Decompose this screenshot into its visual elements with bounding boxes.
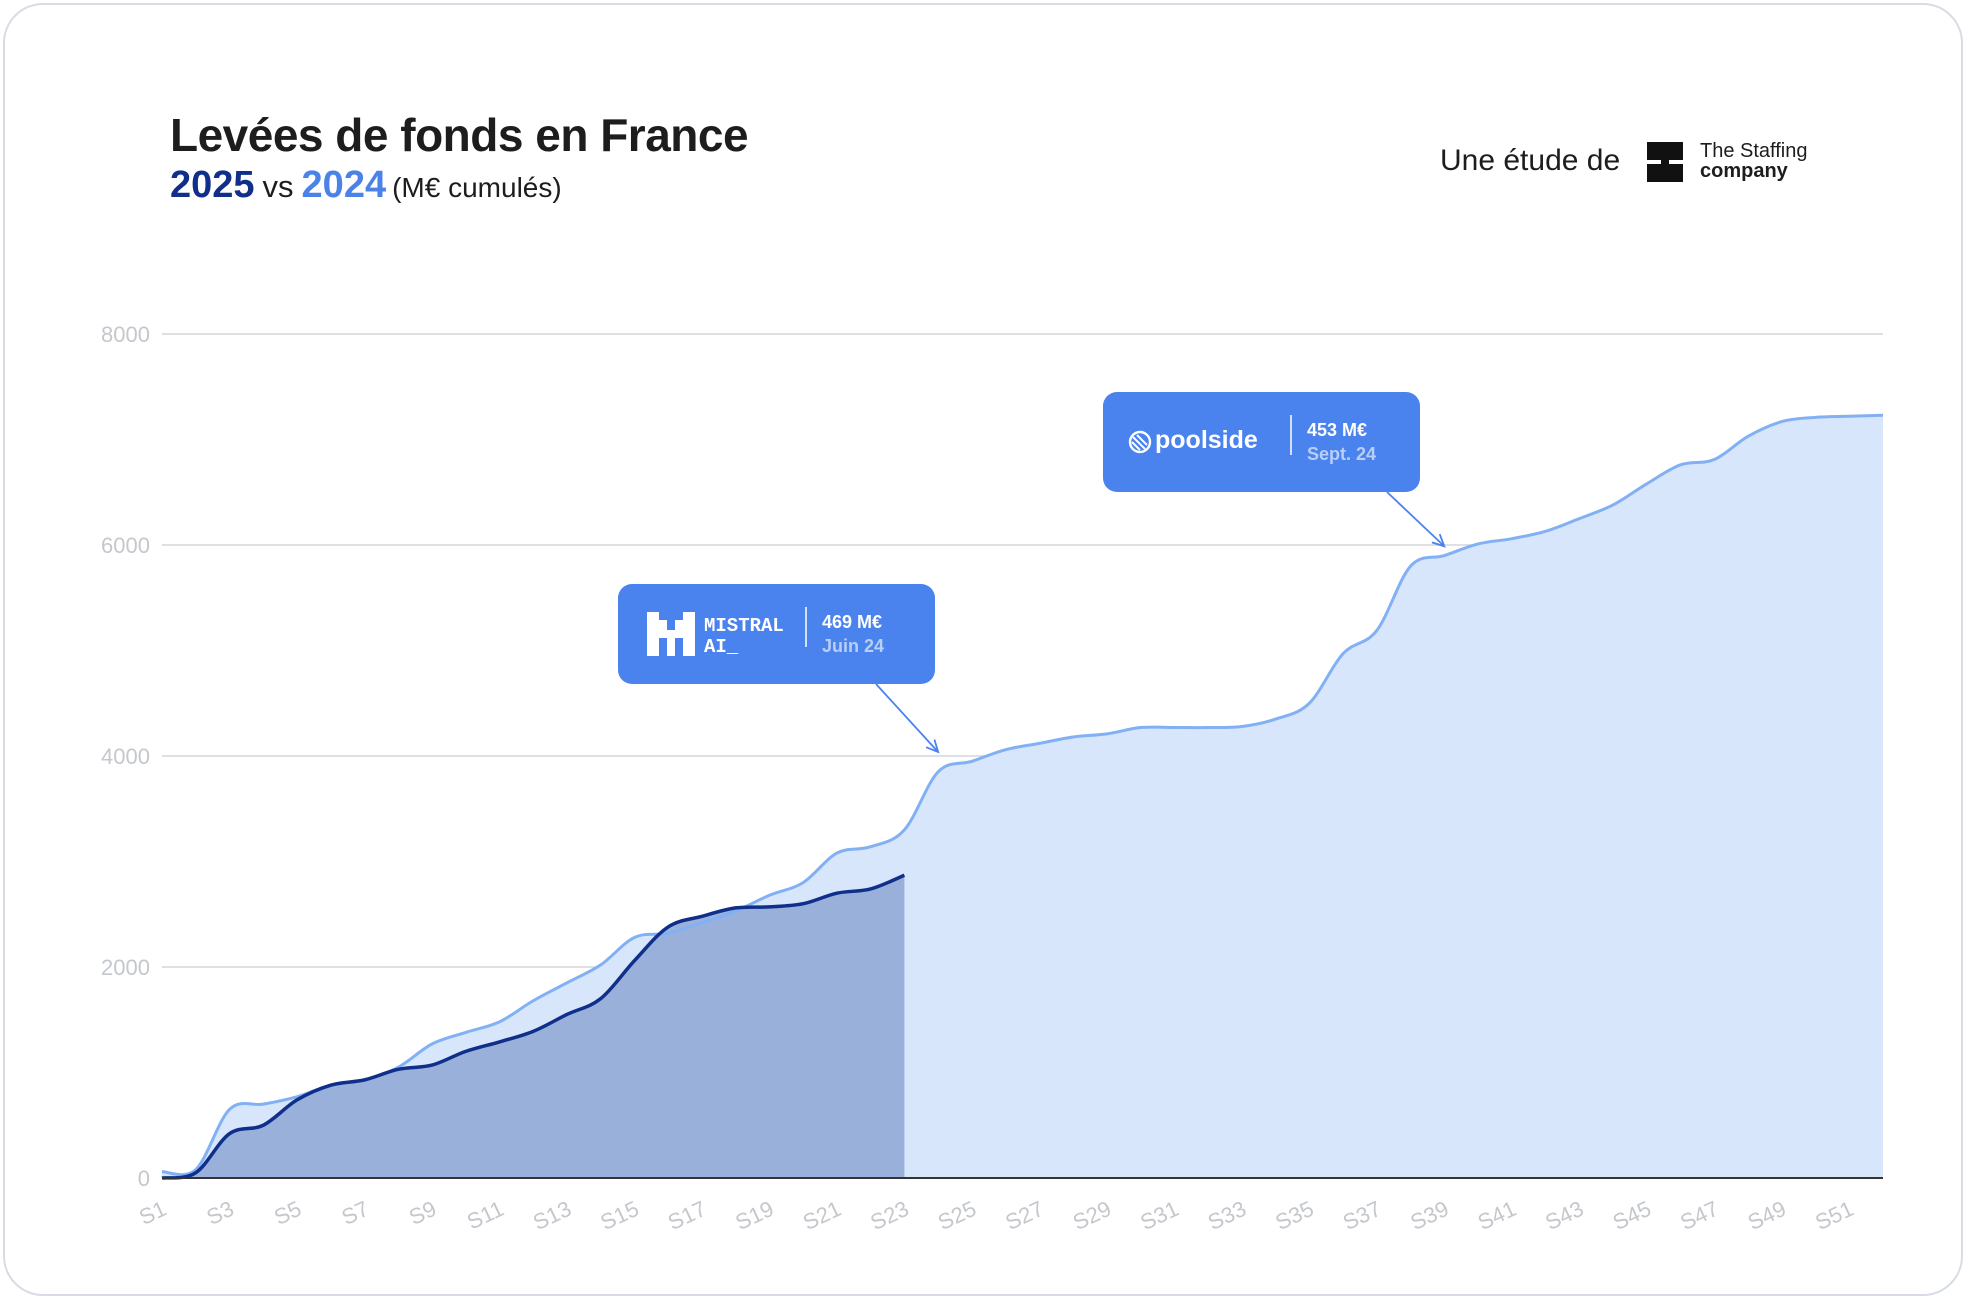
year-2025-label: 2025 [170, 164, 255, 206]
mistral-brand-line-1: MISTRAL [704, 615, 784, 637]
x-tick-label: S51 [1811, 1196, 1857, 1235]
x-tick-label: S17 [664, 1196, 710, 1235]
x-tick-label: S35 [1271, 1196, 1317, 1235]
x-tick-label: S45 [1609, 1196, 1655, 1235]
brand-line-1: The Staffing [1700, 140, 1808, 162]
x-tick-label: S43 [1541, 1196, 1587, 1235]
y-tick-label: 2000 [101, 955, 150, 980]
x-tick-label: S15 [596, 1196, 642, 1235]
x-tick-label: S3 [203, 1196, 238, 1230]
x-tick-label: S13 [529, 1196, 575, 1235]
callout-arrow [875, 683, 939, 753]
x-tick-label: S41 [1474, 1196, 1520, 1235]
y-tick-label: 0 [138, 1166, 150, 1191]
poolside-callout: poolside 453 M€ Sept. 24 [1103, 392, 1420, 492]
x-tick-label: S9 [405, 1196, 440, 1230]
y-axis-labels: 0 2000 4000 6000 8000 [101, 322, 150, 1191]
x-tick-label: S27 [1001, 1196, 1047, 1235]
vs-label: vs [262, 169, 294, 204]
x-tick-label: S33 [1204, 1196, 1250, 1235]
x-tick-label: S25 [934, 1196, 980, 1235]
area-2024 [162, 415, 1883, 1178]
x-tick-label: S37 [1339, 1196, 1385, 1235]
chart-title: Levées de fonds en France [170, 109, 749, 161]
y-tick-label: 8000 [101, 322, 150, 347]
x-tick-label: S39 [1406, 1196, 1452, 1235]
mistral-amount: 469 M€ [822, 612, 883, 632]
x-tick-label: S11 [463, 1196, 508, 1235]
mistral-logo-icon [647, 612, 695, 656]
x-tick-label: S19 [731, 1196, 777, 1235]
mistral-date: Juin 24 [822, 636, 885, 656]
brand-line-2: company [1700, 160, 1788, 182]
x-tick-label: S5 [270, 1196, 305, 1230]
x-tick-label: S47 [1676, 1196, 1722, 1235]
poolside-wordmark: poolside [1155, 426, 1258, 454]
mistral-wordmark: MISTRAL AI_ [704, 616, 784, 658]
x-axis-labels: S1 S3 S5 S7 S9 S11 S13 S15 S17 S19 S21 S23 S25 S27 S29… [135, 1196, 1857, 1235]
staffing-company-wordmark: The Staffing company [1700, 141, 1807, 181]
study-label: Une étude de [1440, 144, 1621, 177]
x-tick-label: S1 [135, 1196, 170, 1230]
x-tick-label: S21 [799, 1196, 845, 1235]
poolside-logo-icon [1128, 430, 1152, 454]
mistral-divider [805, 607, 807, 647]
year-2024-label: 2024 [301, 164, 387, 206]
staffing-company-logo-icon [1647, 142, 1683, 182]
x-tick-label: S23 [866, 1196, 912, 1235]
x-tick-label: S29 [1069, 1196, 1115, 1235]
poolside-date: Sept. 24 [1307, 444, 1377, 464]
mistral-callout: MISTRAL AI_ 469 M€ Juin 24 [618, 584, 935, 684]
callout-arrow [1386, 491, 1445, 547]
poolside-divider [1290, 415, 1292, 455]
x-tick-label: S31 [1136, 1196, 1182, 1235]
chart-subtitle: 2025 vs 2024 (M€ cumulés) [170, 164, 562, 207]
poolside-amount: 453 M€ [1307, 420, 1368, 440]
y-tick-label: 6000 [101, 533, 150, 558]
mistral-brand-line-2: AI_ [704, 636, 739, 658]
unit-label: (M€ cumulés) [392, 172, 562, 203]
y-tick-label: 4000 [101, 744, 150, 769]
x-tick-label: S49 [1744, 1196, 1790, 1235]
x-tick-label: S7 [338, 1196, 373, 1230]
